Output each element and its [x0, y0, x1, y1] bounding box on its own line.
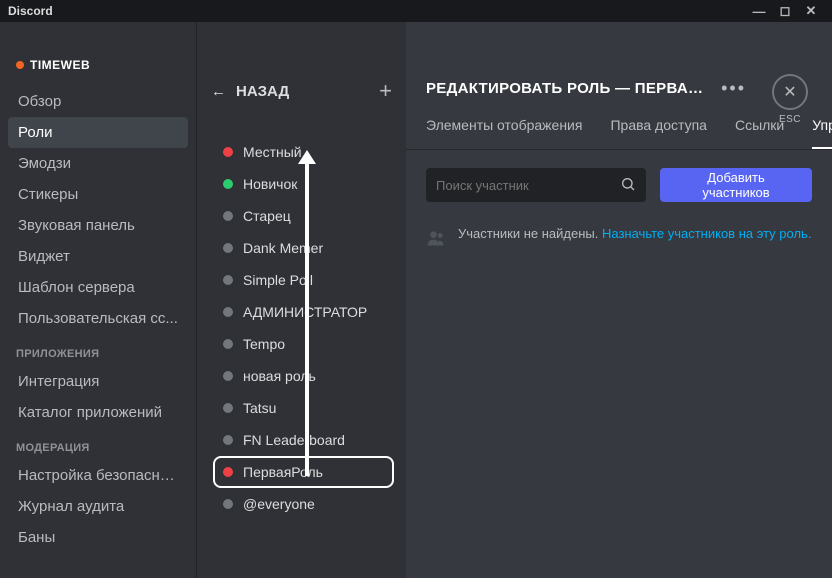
role-label: новая роль: [243, 368, 316, 384]
server-name: TIMEWEB: [30, 58, 90, 72]
close-button[interactable]: ✕: [772, 74, 808, 110]
sidebar-item-bans[interactable]: Баны: [8, 522, 188, 553]
sidebar-item-widget[interactable]: Виджет: [8, 241, 188, 272]
back-button[interactable]: ← НАЗАД: [211, 83, 289, 100]
role-label: Новичок: [243, 176, 297, 192]
role-color-dot: [223, 179, 233, 189]
role-editor-panel: ✕ ESC РЕДАКТИРОВАТЬ РОЛЬ — ПЕРВАЯРО... •…: [406, 22, 832, 578]
role-item[interactable]: ПерваяРоль: [213, 456, 394, 488]
app-title: Discord: [8, 4, 53, 18]
sidebar-item-emoji[interactable]: Эмодзи: [8, 148, 188, 179]
close-icon: ✕: [783, 82, 796, 102]
assign-members-link[interactable]: Назначьте участников на эту роль.: [602, 226, 811, 241]
server-badge-icon: [16, 61, 24, 69]
window-close[interactable]: ✕: [798, 3, 824, 19]
server-header[interactable]: TIMEWEB: [8, 32, 188, 86]
member-search[interactable]: [426, 168, 646, 202]
sidebar-item-overview[interactable]: Обзор: [8, 86, 188, 117]
back-label: НАЗАД: [236, 83, 289, 100]
sidebar-item-soundboard[interactable]: Звуковая панель: [8, 210, 188, 241]
role-color-dot: [223, 307, 233, 317]
role-color-dot: [223, 467, 233, 477]
role-color-dot: [223, 435, 233, 445]
editor-title: РЕДАКТИРОВАТЬ РОЛЬ — ПЕРВАЯРО...: [426, 80, 707, 97]
sidebar-item-app-directory[interactable]: Каталог приложений: [8, 397, 188, 428]
settings-sidebar: TIMEWEB Обзор Роли Эмодзи Стикеры Звуков…: [0, 22, 196, 578]
role-label: АДМИНИСТРАТОР: [243, 304, 367, 320]
role-label: ПерваяРоль: [243, 464, 323, 480]
role-item[interactable]: Местный: [213, 136, 394, 168]
sidebar-item-audit-log[interactable]: Журнал аудита: [8, 491, 188, 522]
role-color-dot: [223, 147, 233, 157]
role-label: Tempo: [243, 336, 285, 352]
role-color-dot: [223, 243, 233, 253]
sidebar-item-template[interactable]: Шаблон сервера: [8, 272, 188, 303]
role-item[interactable]: Старец: [213, 200, 394, 232]
role-label: FN Leaderboard: [243, 432, 345, 448]
editor-tab[interactable]: Упр: [812, 117, 832, 149]
add-members-button[interactable]: Добавить участников: [660, 168, 812, 202]
role-label: Старец: [243, 208, 291, 224]
role-label: Dank Memer: [243, 240, 323, 256]
role-color-dot: [223, 339, 233, 349]
sidebar-category-moderation: МОДЕРАЦИЯ: [8, 428, 188, 460]
role-item[interactable]: @everyone: [213, 488, 394, 520]
role-color-dot: [223, 403, 233, 413]
sidebar-item-safety[interactable]: Настройка безопасно...: [8, 460, 188, 491]
role-item[interactable]: Dank Memer: [213, 232, 394, 264]
role-item[interactable]: FN Leaderboard: [213, 424, 394, 456]
role-item[interactable]: Новичок: [213, 168, 394, 200]
role-label: Tatsu: [243, 400, 276, 416]
sidebar-item-roles[interactable]: Роли: [8, 117, 188, 148]
search-icon: [620, 176, 636, 195]
window-maximize[interactable]: ◻: [772, 3, 798, 19]
sidebar-item-vanity-url[interactable]: Пользовательская сс...: [8, 303, 188, 334]
role-color-dot: [223, 275, 233, 285]
role-color-dot: [223, 211, 233, 221]
more-options-button[interactable]: •••: [721, 78, 746, 99]
esc-label: ESC: [772, 114, 808, 125]
role-label: @everyone: [243, 496, 315, 512]
role-item[interactable]: Simple Poll: [213, 264, 394, 296]
arrow-left-icon: ←: [211, 83, 226, 100]
sidebar-category-apps: ПРИЛОЖЕНИЯ: [8, 334, 188, 366]
editor-tab[interactable]: Элементы отображения: [426, 117, 582, 149]
roles-list-panel: ← НАЗАД + Местный Новичок Старец Dank Memer…: [196, 22, 406, 578]
sidebar-item-stickers[interactable]: Стикеры: [8, 179, 188, 210]
role-label: Местный: [243, 144, 302, 160]
role-item[interactable]: новая роль: [213, 360, 394, 392]
window-minimize[interactable]: —: [746, 4, 772, 19]
editor-tab[interactable]: Права доступа: [610, 117, 706, 149]
role-label: Simple Poll: [243, 272, 313, 288]
people-icon: [426, 228, 446, 253]
add-role-button[interactable]: +: [379, 78, 392, 104]
role-item[interactable]: Tatsu: [213, 392, 394, 424]
role-item[interactable]: АДМИНИСТРАТОР: [213, 296, 394, 328]
search-input[interactable]: [436, 178, 612, 193]
role-color-dot: [223, 371, 233, 381]
role-color-dot: [223, 499, 233, 509]
sidebar-item-integrations[interactable]: Интеграция: [8, 366, 188, 397]
role-item[interactable]: Tempo: [213, 328, 394, 360]
empty-state-text: Участники не найдены. Назначьте участник…: [458, 226, 811, 253]
